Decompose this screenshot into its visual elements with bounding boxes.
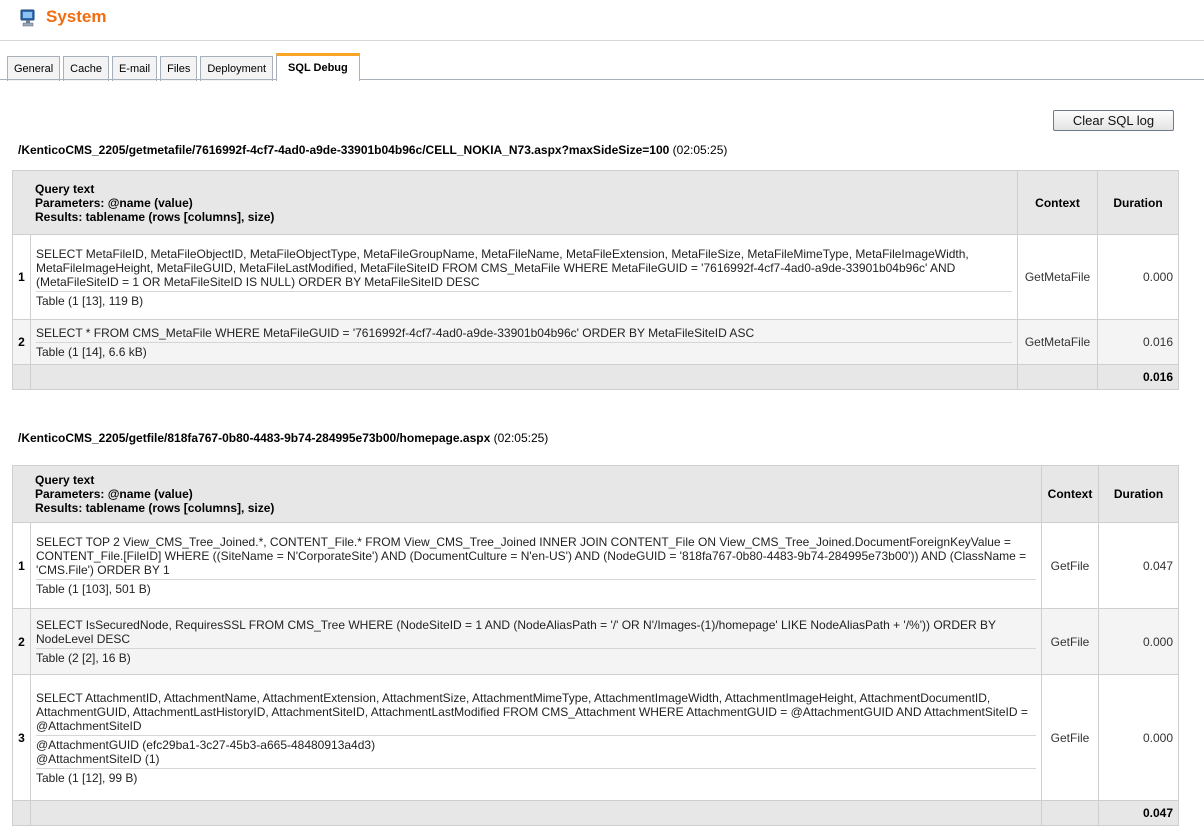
context-column-header: Context (1041, 465, 1100, 523)
request-url: /KenticoCMS_2205/getmetafile/7616992f-4c… (18, 143, 670, 157)
page-title: System (46, 7, 107, 26)
query-text: SELECT MetaFileID, MetaFileObjectID, Met… (36, 246, 969, 289)
total-duration: 0.047 (1098, 800, 1180, 826)
tab-general[interactable]: General (7, 56, 61, 81)
table-row: 1 SELECT MetaFileID, MetaFileObjectID, M… (12, 234, 1180, 320)
tab-deployment[interactable]: Deployment (200, 56, 274, 81)
table-row: 1 SELECT TOP 2 View_CMS_Tree_Joined.*, C… (12, 522, 1180, 609)
request-time: (02:05:25) (672, 143, 728, 157)
request-url: /KenticoCMS_2205/getfile/818fa767-0b80-4… (18, 431, 491, 445)
query-text: SELECT AttachmentID, AttachmentName, Att… (36, 690, 1028, 733)
tab-divider (0, 79, 1204, 80)
computer-monitor-icon (20, 9, 35, 27)
context-cell: GetFile (1041, 608, 1100, 675)
tab-files[interactable]: Files (160, 56, 198, 81)
table-row: 2 SELECT * FROM CMS_MetaFile WHERE MetaF… (12, 319, 1180, 365)
row-number: 1 (12, 234, 31, 320)
context-cell: GetMetaFile (1017, 234, 1099, 320)
query-text: SELECT IsSecuredNode, RequiresSSL FROM C… (36, 618, 996, 646)
duration-cell: 0.047 (1098, 522, 1180, 609)
sql-query-table: Query text Parameters: @name (value) Res… (11, 465, 1180, 826)
row-number: 2 (12, 319, 31, 365)
duration-cell: 0.000 (1098, 674, 1180, 801)
request-time: (02:05:25) (493, 431, 549, 445)
query-cell: SELECT TOP 2 View_CMS_Tree_Joined.*, CON… (29, 522, 1043, 609)
total-row: 0.016 (12, 364, 1180, 390)
query-text: SELECT TOP 2 View_CMS_Tree_Joined.*, CON… (36, 535, 1027, 577)
query-cell: SELECT * FROM CMS_MetaFile WHERE MetaFil… (29, 319, 1019, 365)
context-cell: GetFile (1041, 522, 1100, 609)
context-column-header: Context (1017, 170, 1099, 235)
duration-cell: 0.000 (1097, 234, 1180, 320)
query-result: Table (1 [14], 6.6 kB) (36, 344, 147, 359)
total-duration: 0.016 (1097, 364, 1180, 390)
query-param: @AttachmentSiteID (1) (36, 751, 160, 766)
query-result: Table (1 [103], 501 B) (36, 582, 151, 596)
table-row: 2 SELECT IsSecuredNode, RequiresSSL FROM… (12, 608, 1180, 675)
total-row: 0.047 (12, 800, 1180, 826)
query-column-header: Query text Parameters: @name (value) Res… (11, 465, 1043, 523)
table-row: 3 SELECT AttachmentID, AttachmentName, A… (12, 674, 1180, 801)
row-number: 1 (12, 522, 31, 609)
request-title: /KenticoCMS_2205/getmetafile/7616992f-4c… (18, 143, 727, 157)
request-title: /KenticoCMS_2205/getfile/818fa767-0b80-4… (18, 431, 548, 445)
duration-column-header: Duration (1098, 465, 1180, 523)
query-cell: SELECT IsSecuredNode, RequiresSSL FROM C… (29, 608, 1043, 675)
duration-cell: 0.016 (1097, 319, 1180, 365)
query-result: Table (2 [2], 16 B) (36, 651, 131, 665)
sql-query-table: Query text Parameters: @name (value) Res… (11, 170, 1180, 390)
query-result: Table (1 [13], 119 B) (36, 293, 144, 308)
context-cell: GetMetaFile (1017, 319, 1099, 365)
query-cell: SELECT AttachmentID, AttachmentName, Att… (29, 674, 1043, 801)
page-header: System (0, 0, 1204, 40)
query-cell: SELECT MetaFileID, MetaFileObjectID, Met… (29, 234, 1019, 320)
tab-bar: General Cache E-mail Files Deployment SQ… (0, 40, 1204, 81)
tab-sql-debug[interactable]: SQL Debug (276, 53, 360, 81)
query-text: SELECT * FROM CMS_MetaFile WHERE MetaFil… (36, 325, 755, 340)
query-column-header: Query text Parameters: @name (value) Res… (11, 170, 1019, 235)
row-number: 3 (12, 674, 31, 801)
tab-email[interactable]: E-mail (111, 56, 158, 81)
query-param: @AttachmentGUID (efc29ba1-3c27-45b3-a665… (36, 737, 376, 752)
clear-sql-log-button[interactable]: Clear SQL log (1053, 110, 1174, 131)
context-cell: GetFile (1041, 674, 1100, 801)
duration-cell: 0.000 (1098, 608, 1180, 675)
duration-column-header: Duration (1097, 170, 1180, 235)
row-number: 2 (12, 608, 31, 675)
query-result: Table (1 [12], 99 B) (36, 770, 138, 785)
tab-cache[interactable]: Cache (63, 56, 109, 81)
